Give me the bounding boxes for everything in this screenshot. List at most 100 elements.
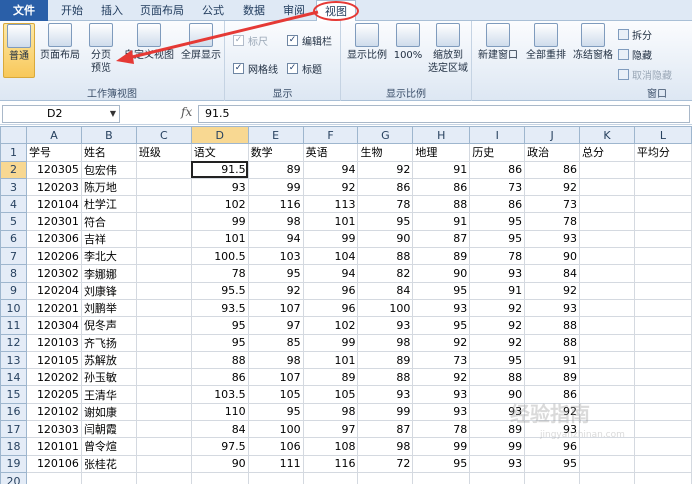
- cell[interactable]: 谢如康: [80, 402, 137, 422]
- cell[interactable]: 73: [524, 195, 581, 214]
- cell[interactable]: 92: [524, 177, 581, 197]
- cell[interactable]: 92: [469, 333, 526, 352]
- cell[interactable]: [524, 471, 581, 484]
- cell[interactable]: [135, 471, 192, 484]
- cell[interactable]: 95: [469, 229, 526, 249]
- cell[interactable]: 100: [247, 420, 304, 439]
- cell[interactable]: 92: [302, 177, 359, 197]
- cell[interactable]: [135, 437, 192, 456]
- cell[interactable]: 120301: [25, 212, 82, 231]
- cell[interactable]: 陈万地: [80, 177, 137, 197]
- cell[interactable]: 99: [190, 212, 249, 231]
- cell[interactable]: [25, 471, 82, 484]
- cell[interactable]: [579, 247, 635, 266]
- cell[interactable]: 72: [357, 454, 414, 473]
- cell[interactable]: 98: [247, 212, 304, 231]
- cell[interactable]: 120205: [25, 385, 82, 404]
- cell[interactable]: 101: [302, 350, 359, 370]
- cell[interactable]: [633, 264, 692, 283]
- cell[interactable]: 120103: [25, 333, 82, 352]
- column-header[interactable]: F: [302, 126, 359, 145]
- cell[interactable]: 93: [524, 298, 581, 318]
- cell[interactable]: 93: [190, 177, 249, 197]
- cell[interactable]: 86: [190, 368, 249, 387]
- cell[interactable]: [135, 333, 192, 352]
- cell[interactable]: 111: [247, 454, 304, 473]
- cell[interactable]: [579, 471, 635, 484]
- cell[interactable]: 120206: [25, 247, 82, 266]
- cell[interactable]: 108: [302, 437, 359, 456]
- cell[interactable]: [633, 316, 692, 335]
- cell[interactable]: 93: [469, 454, 526, 473]
- cell[interactable]: 91: [524, 350, 581, 370]
- cell[interactable]: 120104: [25, 195, 82, 214]
- cell[interactable]: 102: [302, 316, 359, 335]
- cell[interactable]: [633, 333, 692, 352]
- cell[interactable]: 82: [357, 264, 414, 283]
- cell[interactable]: [135, 212, 192, 231]
- cell[interactable]: 88: [412, 195, 471, 214]
- cell[interactable]: 101: [302, 212, 359, 231]
- cell[interactable]: 103: [247, 247, 304, 266]
- cell[interactable]: [579, 316, 635, 335]
- cell[interactable]: 94: [302, 160, 359, 179]
- cell[interactable]: [633, 385, 692, 404]
- cell[interactable]: 78: [412, 420, 471, 439]
- cell[interactable]: [579, 437, 635, 456]
- cell[interactable]: 102: [190, 195, 249, 214]
- cell[interactable]: 107: [247, 298, 304, 318]
- cell[interactable]: 93: [412, 402, 471, 422]
- cell[interactable]: 87: [412, 229, 471, 249]
- cell[interactable]: 99: [247, 177, 304, 197]
- cell[interactable]: [633, 160, 692, 179]
- cell[interactable]: 91: [469, 281, 526, 300]
- column-header[interactable]: D: [190, 126, 249, 145]
- cell[interactable]: [633, 471, 692, 484]
- cell[interactable]: [579, 264, 635, 283]
- cell[interactable]: 120302: [25, 264, 82, 283]
- cell[interactable]: 78: [357, 195, 414, 214]
- cell[interactable]: [633, 229, 692, 249]
- cell[interactable]: 98: [247, 350, 304, 370]
- cell[interactable]: 张桂花: [80, 454, 137, 473]
- cell[interactable]: [135, 281, 192, 300]
- row-header[interactable]: 11: [0, 316, 27, 335]
- cell[interactable]: 120106: [25, 454, 82, 473]
- cell[interactable]: 88: [469, 368, 526, 387]
- cell[interactable]: [135, 264, 192, 283]
- cell[interactable]: 110: [190, 402, 249, 422]
- cell[interactable]: [579, 195, 635, 214]
- cell[interactable]: [80, 471, 137, 484]
- cell[interactable]: 86: [524, 160, 581, 179]
- cell[interactable]: 96: [302, 298, 359, 318]
- row-header[interactable]: 19: [0, 454, 27, 473]
- cell[interactable]: 103.5: [190, 385, 249, 404]
- cell[interactable]: 95.5: [190, 281, 249, 300]
- column-header[interactable]: E: [247, 126, 304, 145]
- cell[interactable]: 93.5: [190, 298, 249, 318]
- cell[interactable]: [633, 281, 692, 300]
- cell[interactable]: 历史: [469, 143, 526, 162]
- cell[interactable]: 89: [412, 247, 471, 266]
- cell[interactable]: [135, 316, 192, 335]
- cell[interactable]: 92: [247, 281, 304, 300]
- cell[interactable]: 99: [412, 437, 471, 456]
- cell[interactable]: 86: [469, 195, 526, 214]
- cell[interactable]: 120202: [25, 368, 82, 387]
- cell[interactable]: [135, 160, 192, 179]
- cell[interactable]: 97: [302, 420, 359, 439]
- cell[interactable]: 97: [247, 316, 304, 335]
- cell[interactable]: 104: [302, 247, 359, 266]
- cell[interactable]: 95: [524, 454, 581, 473]
- cell[interactable]: 98: [302, 402, 359, 422]
- row-header[interactable]: 7: [0, 247, 27, 266]
- chevron-down-icon[interactable]: ▼: [110, 106, 116, 122]
- cell[interactable]: 88: [357, 247, 414, 266]
- cell[interactable]: [633, 437, 692, 456]
- cell[interactable]: 符合: [80, 212, 137, 231]
- cell[interactable]: 95: [469, 212, 526, 231]
- row-header[interactable]: 5: [0, 212, 27, 231]
- cell[interactable]: 99: [469, 437, 526, 456]
- cell[interactable]: 105: [302, 385, 359, 404]
- cell[interactable]: 90: [190, 454, 249, 473]
